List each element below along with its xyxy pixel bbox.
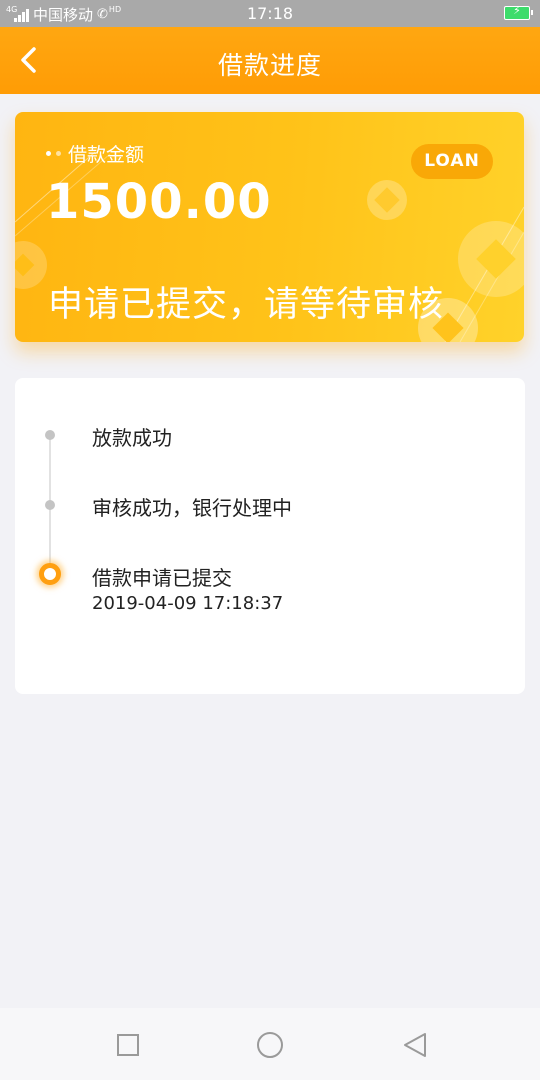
coin-icon (458, 221, 524, 297)
recent-apps-button[interactable] (113, 1030, 143, 1060)
progress-timeline: 放款成功 审核成功，银行处理中 借款申请已提交 2019-04-09 17:18… (15, 378, 525, 694)
step-dot-icon (45, 500, 55, 510)
coin-icon (367, 180, 407, 220)
battery-charging-icon: ⚡ (504, 4, 533, 20)
status-message: 申请已提交，请等待审核 (48, 285, 445, 325)
circle-icon (257, 1032, 283, 1058)
amount-label-row: 借款金额 (46, 140, 144, 167)
triangle-back-icon (404, 1033, 426, 1057)
step-title: 放款成功 (92, 426, 172, 450)
loan-card: 借款金额 1500.00 LOAN 申请已提交，请等待审核 (15, 112, 524, 342)
dots-icon (46, 151, 61, 156)
step-dot-icon (45, 430, 55, 440)
step-title: 审核成功，银行处理中 (92, 496, 292, 520)
status-bar: 4G 中国移动 ✆ HD 17:18 ⚡ (0, 0, 540, 27)
back-nav-button[interactable] (400, 1030, 430, 1060)
status-right: ⚡ (504, 4, 533, 20)
page-title: 借款进度 (217, 51, 322, 80)
amount-label: 借款金额 (68, 144, 145, 166)
app-header: 借款进度 (0, 27, 540, 94)
home-button[interactable] (255, 1030, 285, 1060)
loan-amount: 1500.00 (46, 174, 272, 230)
coin-icon (15, 241, 47, 289)
system-nav-bar (0, 1008, 540, 1080)
step-time: 2019-04-09 17:18:37 (92, 593, 284, 614)
loan-badge: LOAN (411, 144, 493, 179)
current-step-dot-icon (39, 563, 61, 585)
step-title: 借款申请已提交 (92, 566, 232, 590)
square-icon (117, 1034, 139, 1056)
status-time: 17:18 (246, 4, 294, 23)
